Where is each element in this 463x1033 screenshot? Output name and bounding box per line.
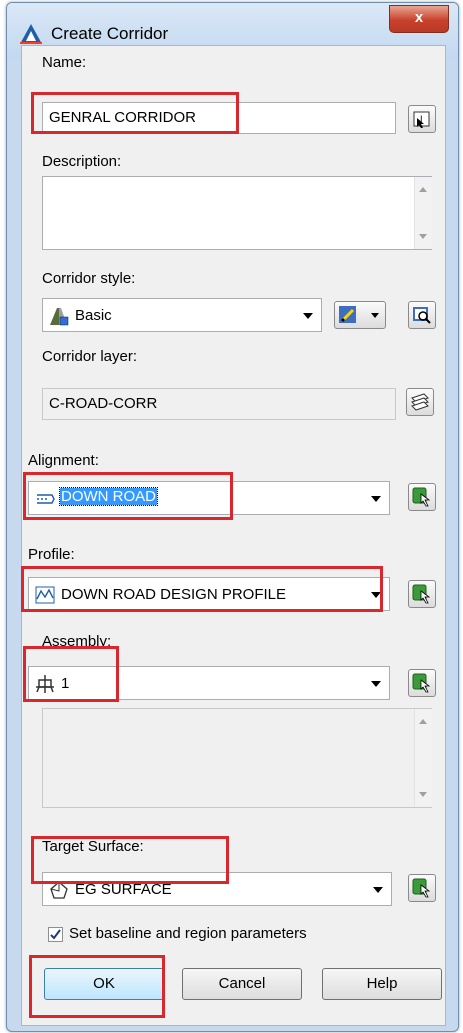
dialog-body: Name: GENRAL CORRIDOR I Description: Cor… (21, 45, 446, 1026)
name-input[interactable]: GENRAL CORRIDOR (42, 102, 396, 134)
assembly-details-box (42, 708, 432, 808)
baseline-checkbox-label[interactable]: Set baseline and region parameters (69, 925, 307, 942)
description-scrollbar[interactable] (414, 177, 432, 249)
help-button[interactable]: Help (322, 968, 442, 1000)
scroll-down-icon[interactable] (419, 792, 427, 797)
profile-value: DOWN ROAD DESIGN PROFILE (61, 586, 287, 603)
chevron-down-icon (371, 313, 379, 318)
layers-icon (411, 393, 429, 411)
chevron-down-icon (303, 313, 313, 319)
assembly-value: 1 (61, 675, 70, 692)
profile-select[interactable]: DOWN ROAD DESIGN PROFILE (28, 577, 390, 611)
assembly-label: Assembly: (42, 633, 112, 650)
alignment-select[interactable]: DOWN ROAD (28, 481, 390, 515)
layer-button[interactable] (406, 388, 434, 416)
close-button[interactable]: x (389, 5, 449, 33)
name-template-button[interactable]: I (408, 105, 436, 133)
pick-assembly-button[interactable] (408, 669, 436, 697)
checkmark-icon (50, 929, 61, 940)
corridor-layer-label: Corridor layer: (42, 348, 138, 365)
surface-icon (50, 881, 68, 899)
profile-icon (35, 586, 55, 604)
scroll-up-icon[interactable] (419, 187, 427, 192)
name-label: Name: (42, 54, 87, 71)
window-title: Create Corridor (51, 24, 169, 43)
chevron-down-icon (371, 681, 381, 687)
ok-button[interactable]: OK (44, 968, 164, 1000)
description-input[interactable] (42, 176, 432, 250)
alignment-icon (37, 494, 55, 504)
target-surface-value: EG SURFACE (75, 881, 172, 898)
pick-alignment-button[interactable] (408, 483, 436, 511)
scroll-up-icon[interactable] (419, 719, 427, 724)
create-corridor-dialog: Create Corridor x Name: GENRAL CORRIDOR … (6, 2, 459, 1032)
name-template-icon: I (413, 111, 430, 128)
magnifier-icon (413, 307, 431, 324)
assembly-icon (36, 675, 54, 693)
pick-from-drawing-icon (412, 673, 431, 693)
pick-from-drawing-icon (412, 878, 431, 898)
cancel-button[interactable]: Cancel (182, 968, 302, 1000)
edit-style-button[interactable] (334, 301, 386, 329)
civil3d-app-icon (20, 24, 42, 44)
close-icon: x (414, 9, 424, 26)
pick-from-drawing-icon (412, 487, 431, 507)
assembly-select[interactable]: 1 (28, 666, 390, 700)
pick-from-drawing-icon (412, 584, 431, 604)
alignment-label: Alignment: (28, 452, 99, 469)
target-surface-select[interactable]: EG SURFACE (42, 872, 392, 906)
edit-style-icon (339, 306, 356, 323)
corridor-style-label: Corridor style: (42, 270, 136, 287)
corridor-layer-field: C-ROAD-CORR (42, 388, 396, 420)
target-surface-label: Target Surface: (42, 838, 144, 855)
style-detail-button[interactable] (408, 301, 436, 329)
scroll-down-icon[interactable] (419, 234, 427, 239)
baseline-checkbox[interactable] (48, 927, 63, 942)
chevron-down-icon (373, 887, 383, 893)
corridor-style-icon (50, 308, 69, 326)
chevron-down-icon (371, 592, 381, 598)
pick-surface-button[interactable] (408, 874, 436, 902)
profile-label: Profile: (28, 546, 75, 563)
alignment-value: DOWN ROAD (59, 487, 158, 506)
description-label: Description: (42, 153, 122, 170)
corridor-style-value: Basic (75, 307, 112, 324)
pick-profile-button[interactable] (408, 580, 436, 608)
chevron-down-icon (371, 496, 381, 502)
corridor-style-select[interactable]: Basic (42, 298, 322, 332)
assembly-scrollbar[interactable] (414, 709, 432, 807)
